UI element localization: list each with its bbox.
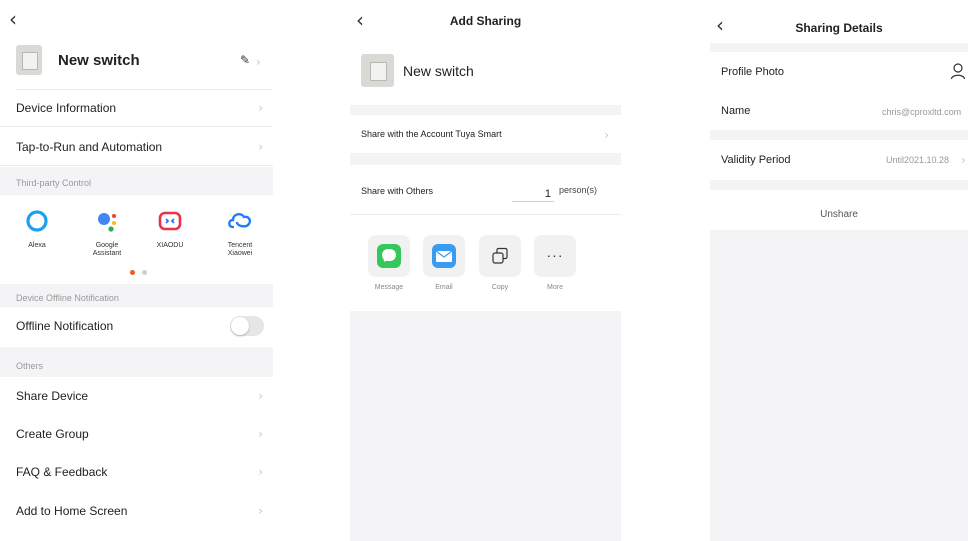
share-with-account-row[interactable]: Share with the Account Tuya Smart › [350, 115, 621, 153]
empty-area [350, 311, 621, 541]
validity-period-value: Until2021.10.28 [886, 155, 950, 165]
offline-header-label: Device Offline Notification [16, 293, 119, 303]
person-avatar-icon [950, 62, 966, 85]
add-to-home-screen-row[interactable]: Add to Home Screen › [0, 492, 273, 530]
share-device-label: Share Device [16, 389, 89, 403]
page-title: Add Sharing [449, 14, 522, 28]
third-party-section-header: Third-party Control [0, 167, 273, 195]
chevron-right-icon: › [258, 389, 263, 403]
offline-section-header: Device Offline Notification [0, 284, 273, 307]
email-icon [423, 235, 465, 277]
chevron-right-icon: › [258, 427, 263, 441]
create-group-label: Create Group [16, 427, 89, 441]
device-thumbnail [16, 45, 42, 75]
more-share-option[interactable]: ··· More [534, 235, 576, 291]
validity-period-label: Validity Period [721, 154, 791, 166]
chevron-right-icon: › [961, 153, 966, 167]
add-to-home-screen-label: Add to Home Screen [16, 504, 128, 518]
share-with-others-label: Share with Others [361, 186, 434, 196]
copy-label: Copy [491, 284, 509, 291]
unshare-button[interactable]: Unshare [710, 190, 968, 230]
tencent-xiaowei-item[interactable]: Tencent Xiaowei [210, 208, 270, 258]
tap-to-run-row[interactable]: Tap-to-Run and Automation › [0, 128, 273, 166]
device-name: New switch [58, 52, 140, 69]
device-thumbnail [361, 54, 394, 87]
xiaodu-icon [157, 208, 183, 234]
third-party-header-label: Third-party Control [16, 178, 92, 188]
tap-to-run-label: Tap-to-Run and Automation [16, 140, 163, 154]
page-dot [142, 270, 147, 275]
chevron-right-icon: › [258, 465, 263, 479]
page-dot-active [130, 270, 135, 275]
xiaodu-item[interactable]: XIAODU [140, 208, 200, 250]
others-section-header: Others [0, 347, 273, 377]
email-label: Email [435, 284, 453, 291]
offline-notification-label: Offline Notification [16, 319, 114, 333]
more-dots-icon: ··· [534, 235, 576, 277]
email-share-option[interactable]: Email [423, 235, 465, 291]
name-row: Name chris@cproxltd.com [710, 92, 968, 130]
validity-period-row[interactable]: Validity Period Until2021.10.28 › [710, 140, 968, 180]
profile-photo-label: Profile Photo [721, 66, 784, 78]
message-label: Message [374, 284, 404, 291]
name-label: Name [721, 105, 751, 117]
person-unit-label: person(s) [559, 185, 598, 195]
name-value: chris@cproxltd.com [882, 107, 962, 117]
share-with-account-label: Share with the Account Tuya Smart [361, 129, 502, 139]
sharing-details-screen: ‹ Sharing Details Profile Photo Name chr… [710, 0, 968, 541]
chevron-right-icon: › [258, 101, 263, 115]
person-count-input[interactable]: 1 [512, 178, 554, 202]
copy-share-option[interactable]: Copy [479, 235, 521, 291]
add-sharing-screen: ‹ Add Sharing New switch Share with the … [350, 0, 621, 541]
device-information-row[interactable]: Device Information › [0, 89, 273, 127]
device-settings-screen: ‹ New switch ✎ › Device Information › Ta… [0, 0, 273, 541]
page-title: Sharing Details [795, 21, 883, 35]
tencent-xiaowei-icon [227, 208, 253, 234]
profile-photo-row[interactable]: Profile Photo [710, 52, 968, 92]
device-name: New switch [403, 63, 474, 79]
alexa-item[interactable]: Alexa [7, 208, 67, 250]
google-assistant-icon [94, 208, 120, 234]
google-assistant-item[interactable]: Google Assistant [77, 208, 137, 258]
others-header-label: Others [16, 361, 44, 371]
chevron-right-icon[interactable]: › [256, 55, 261, 69]
chevron-right-icon: › [258, 504, 263, 518]
share-with-others-row: Share with Others 1 person(s) [350, 165, 621, 215]
edit-pencil-icon[interactable]: ✎ [240, 53, 250, 67]
copy-icon [479, 235, 521, 277]
xiaodu-label: XIAODU [156, 242, 184, 249]
alexa-label: Alexa [28, 242, 46, 249]
google-assistant-label: Google Assistant [92, 242, 122, 257]
chevron-right-icon: › [604, 128, 609, 142]
message-share-option[interactable]: Message [368, 235, 410, 291]
faq-feedback-label: FAQ & Feedback [16, 465, 108, 479]
device-information-label: Device Information [16, 101, 117, 115]
empty-area [710, 230, 968, 541]
message-icon [368, 235, 410, 277]
tencent-xiaowei-label: Tencent Xiaowei [227, 242, 253, 257]
offline-notification-toggle[interactable] [230, 316, 264, 336]
share-device-row[interactable]: Share Device › [0, 377, 273, 415]
alexa-icon [24, 208, 50, 234]
faq-feedback-row[interactable]: FAQ & Feedback › [0, 453, 273, 491]
more-label: More [547, 284, 563, 291]
offline-notification-row: Offline Notification [0, 307, 273, 345]
back-arrow-icon[interactable]: ‹ [9, 9, 17, 29]
create-group-row[interactable]: Create Group › [0, 415, 273, 453]
chevron-right-icon: › [258, 140, 263, 154]
